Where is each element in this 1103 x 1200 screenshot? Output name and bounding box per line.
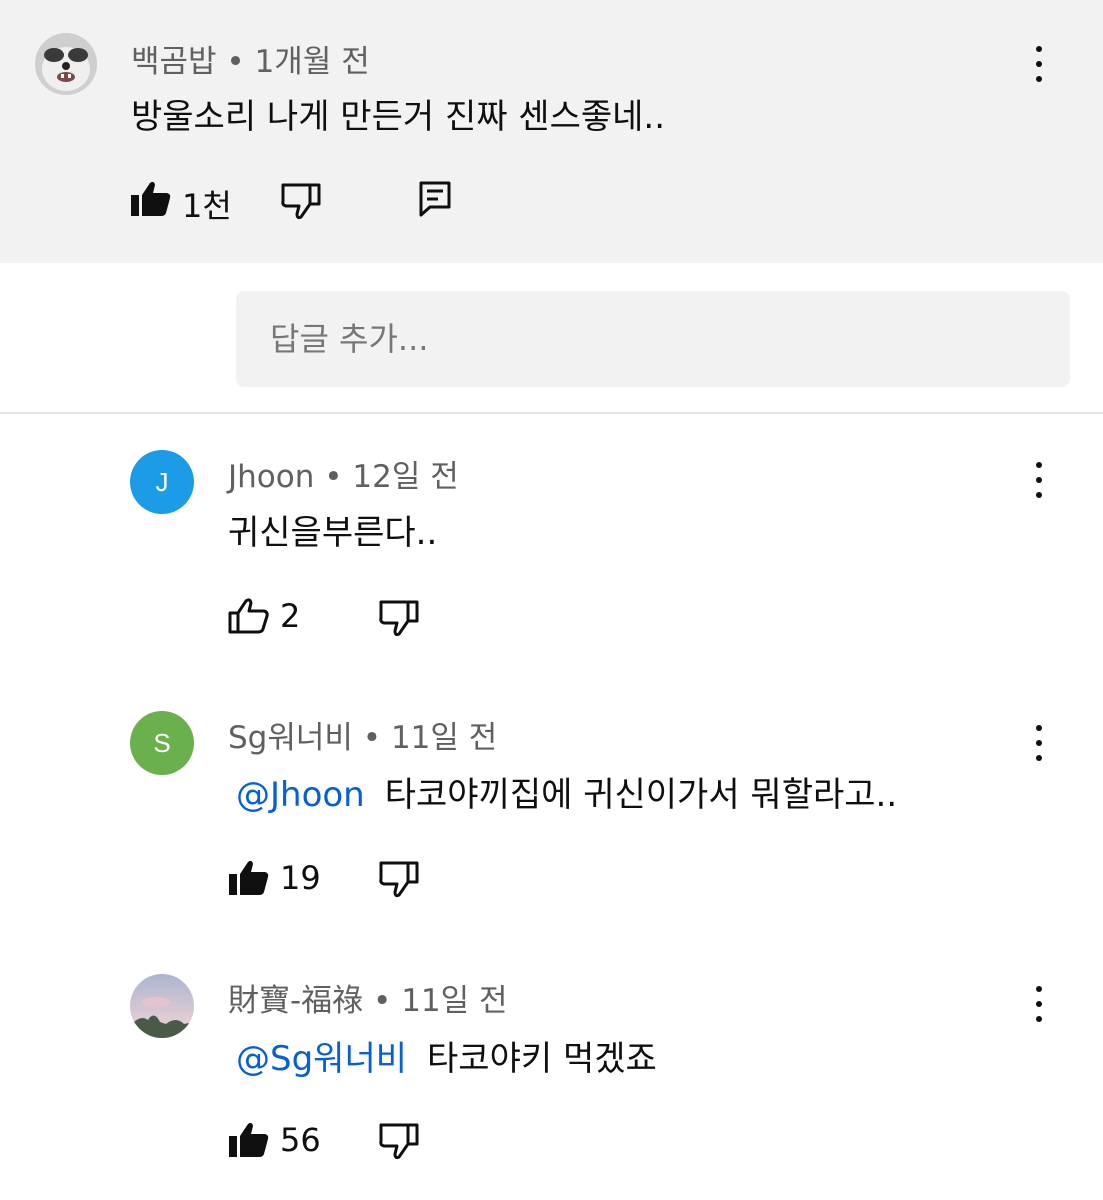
like-count: 19: [280, 859, 321, 897]
more-vert-icon[interactable]: [1035, 725, 1043, 761]
more-vert-icon[interactable]: [1035, 46, 1043, 82]
thumbs-up-icon[interactable]: [228, 597, 270, 635]
like-count: 56: [280, 1121, 321, 1159]
mention-link[interactable]: @Sg워너비: [236, 1039, 407, 1079]
comment-body: 타코야끼집에 귀신이가서 뭐할라고..: [384, 775, 898, 815]
thumbs-up-icon[interactable]: [130, 180, 172, 218]
author-name[interactable]: Jhoon: [228, 459, 314, 495]
top-comment: 백곰밥 • 1개월 전 방울소리 나게 만든거 진짜 센스좋네.. 1천: [0, 0, 1103, 263]
more-vert-icon[interactable]: [1035, 462, 1043, 498]
comment-time: 1개월 전: [254, 44, 370, 80]
author-name[interactable]: 백곰밥: [131, 44, 217, 80]
comment-text: 귀신을부른다..: [228, 505, 437, 554]
like-count: 1천: [182, 187, 232, 225]
meta-separator: •: [324, 459, 343, 495]
comment-meta: Sg워너비 • 11일 전: [228, 712, 497, 757]
author-name[interactable]: Sg워너비: [228, 720, 353, 756]
thumbs-down-icon[interactable]: [378, 860, 420, 898]
avatar[interactable]: S: [130, 711, 194, 775]
reply-input-box[interactable]: [236, 291, 1070, 387]
meta-separator: •: [373, 983, 392, 1019]
thumbs-down-icon[interactable]: [280, 182, 322, 220]
comment-body: 귀신을부른다..: [228, 513, 438, 553]
more-vert-icon[interactable]: [1035, 986, 1043, 1022]
comment-text: @Jhoon 타코야끼집에 귀신이가서 뭐할라고..: [236, 767, 897, 816]
comment-time: 12일 전: [352, 459, 459, 495]
author-name[interactable]: 財寶-福祿: [228, 983, 363, 1019]
thumbs-up-icon[interactable]: [228, 859, 270, 897]
thumbs-up-icon[interactable]: [228, 1121, 270, 1159]
comment-body: 타코야키 먹겠죠: [427, 1039, 657, 1079]
comment-meta: 백곰밥 • 1개월 전: [131, 36, 370, 81]
meta-separator: •: [226, 44, 245, 80]
meta-separator: •: [362, 720, 382, 756]
comment-meta: Jhoon • 12일 전: [228, 451, 459, 496]
reply-input[interactable]: [236, 291, 1050, 387]
like-count: 2: [280, 597, 301, 635]
mention-link[interactable]: @Jhoon: [236, 775, 365, 815]
reply-icon[interactable]: [418, 180, 452, 218]
thumbs-down-icon[interactable]: [378, 599, 420, 637]
avatar[interactable]: [35, 33, 97, 95]
divider: [0, 412, 1103, 414]
avatar[interactable]: J: [130, 450, 194, 514]
avatar-letter: J: [155, 466, 169, 497]
comment-meta: 財寶-福祿 • 11일 전: [228, 975, 508, 1020]
thumbs-down-icon[interactable]: [378, 1122, 420, 1160]
comment-text: 방울소리 나게 만든거 진짜 센스좋네..: [131, 97, 666, 137]
comment-time: 11일 전: [401, 983, 508, 1019]
comment-text: @Sg워너비 타코야키 먹겠죠: [236, 1031, 657, 1080]
avatar[interactable]: [130, 974, 194, 1038]
comment-time: 11일 전: [390, 720, 498, 756]
avatar-letter: S: [153, 727, 171, 758]
